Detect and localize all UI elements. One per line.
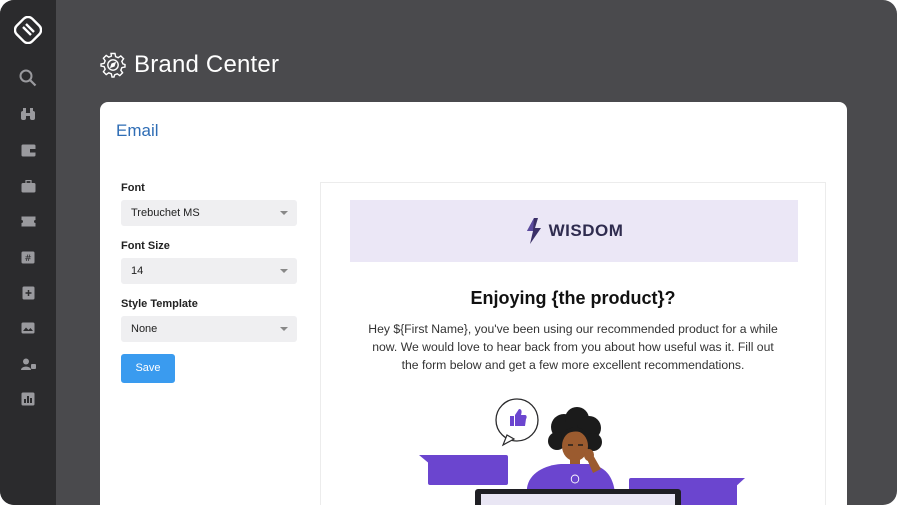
- email-style-form: Font Trebuchet MS Font Size 14 Style Tem…: [121, 182, 297, 383]
- image-icon: [21, 322, 35, 334]
- chevron-down-icon: [280, 269, 288, 273]
- sidebar-item-briefcase[interactable]: [18, 176, 38, 196]
- page-header: Brand Center: [100, 50, 279, 80]
- font-select[interactable]: Trebuchet MS: [121, 200, 297, 226]
- sidebar-item-media[interactable]: [18, 318, 38, 338]
- chevron-down-icon: [280, 211, 288, 215]
- style-template-select[interactable]: None: [121, 316, 297, 342]
- sidebar-item-users[interactable]: [18, 354, 38, 374]
- svg-text:#: #: [24, 254, 32, 264]
- font-size-select[interactable]: 14: [121, 258, 297, 284]
- binoculars-icon: [21, 108, 35, 120]
- person-thumbs-up-illustration: [419, 398, 745, 505]
- sidebar: #: [0, 0, 56, 505]
- chevron-down-icon: [280, 327, 288, 331]
- hashtag-icon: #: [21, 251, 35, 264]
- gear-icon: [100, 52, 126, 78]
- add-document-icon: [22, 286, 34, 300]
- email-settings-card: Email Font Trebuchet MS Font Size 14 Sty…: [100, 102, 847, 505]
- style-template-select-value: None: [131, 323, 158, 335]
- font-label: Font: [121, 182, 145, 194]
- sidebar-item-reports[interactable]: [18, 389, 38, 409]
- sidebar-item-tags[interactable]: #: [18, 247, 38, 267]
- page-title: Brand Center: [134, 51, 280, 78]
- font-select-value: Trebuchet MS: [131, 207, 200, 219]
- ticket-icon: [21, 216, 35, 226]
- app-window: # Brand Center Email Font Trebuchet MS F…: [0, 0, 897, 505]
- users-icon: [20, 358, 36, 370]
- font-size-select-value: 14: [131, 265, 144, 277]
- email-preview: WISDOM Enjoying {the product}? Hey ${Fir…: [320, 182, 826, 505]
- sidebar-item-search[interactable]: [18, 68, 38, 88]
- sidebar-item-tickets[interactable]: [18, 211, 38, 231]
- sidebar-item-add-document[interactable]: [18, 283, 38, 303]
- style-template-label: Style Template: [121, 298, 198, 310]
- card-title: Email: [116, 121, 159, 140]
- wallet-icon: [21, 144, 36, 156]
- search-icon: [19, 69, 37, 87]
- main-content: Brand Center Email Font Trebuchet MS Fon…: [56, 0, 897, 505]
- chart-report-icon: [21, 392, 35, 406]
- sidebar-item-wallet[interactable]: [18, 140, 38, 160]
- save-button[interactable]: Save: [121, 354, 175, 383]
- font-size-label: Font Size: [121, 240, 170, 252]
- briefcase-icon: [21, 179, 35, 192]
- sidebar-item-explore[interactable]: [18, 104, 38, 124]
- app-logo-icon[interactable]: [14, 16, 42, 44]
